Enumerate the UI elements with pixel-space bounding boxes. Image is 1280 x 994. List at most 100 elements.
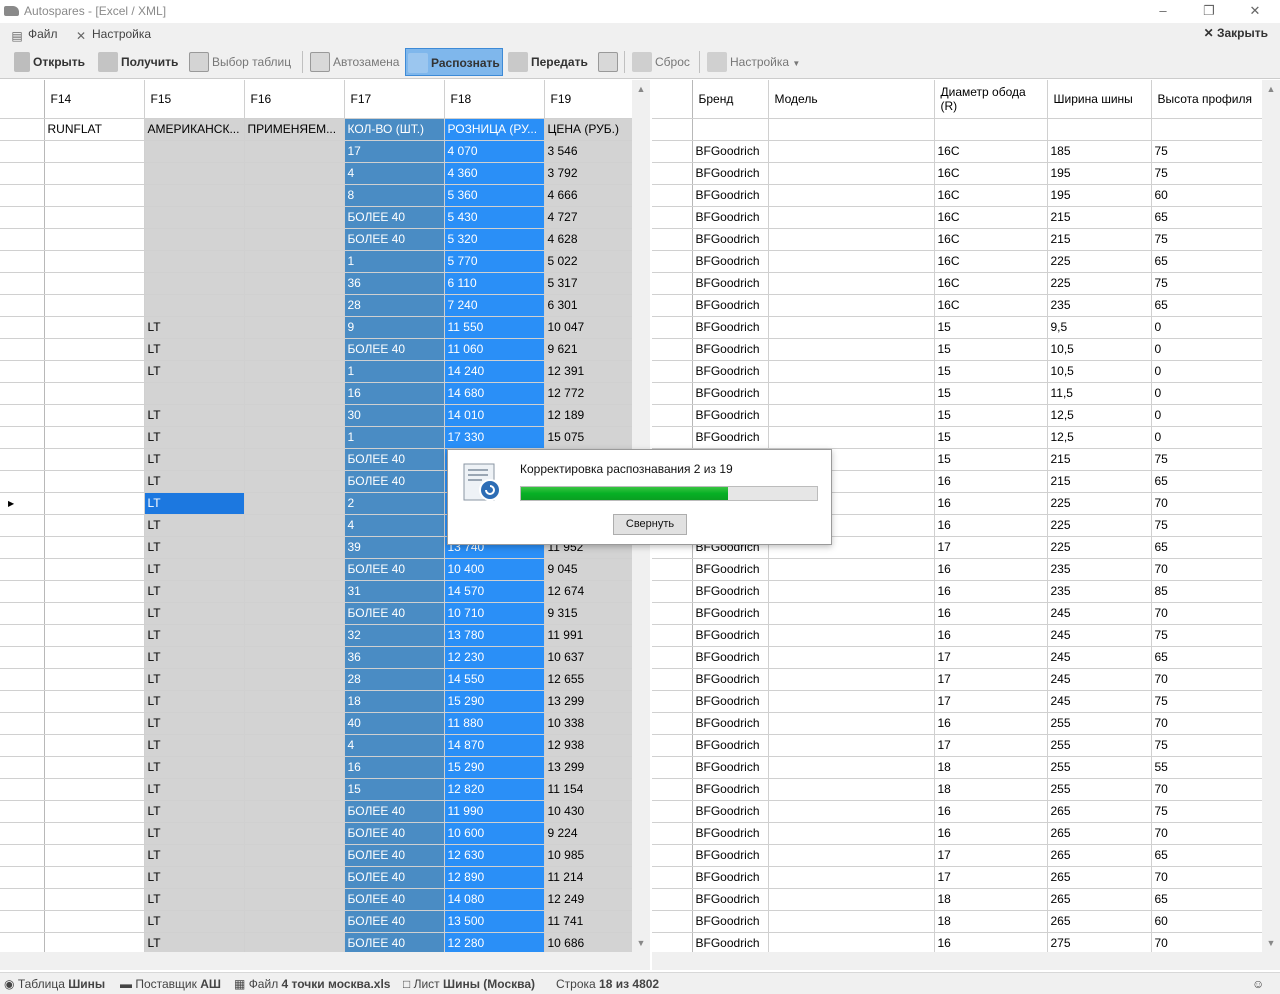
subheader-cell[interactable] [1151, 118, 1263, 141]
table-cell[interactable]: 0 [1151, 426, 1263, 449]
table-cell[interactable]: 5 320 [444, 228, 545, 251]
table-cell[interactable] [144, 382, 245, 405]
row-header[interactable] [0, 316, 45, 339]
table-cell[interactable]: 13 299 [544, 690, 633, 713]
table-cell[interactable]: BFGoodrich [692, 778, 769, 801]
minimize-button[interactable]: – [1140, 0, 1186, 23]
table-cell[interactable] [768, 800, 935, 823]
table-cell[interactable]: BFGoodrich [692, 822, 769, 845]
table-cell[interactable]: БОЛЕЕ 40 [344, 602, 445, 625]
table-cell[interactable] [244, 778, 345, 801]
table-cell[interactable] [44, 646, 145, 669]
table-cell[interactable]: 255 [1047, 734, 1152, 757]
table-cell[interactable]: 9 [344, 316, 445, 339]
menu-file[interactable]: ▤ Файл [10, 26, 57, 43]
row-header[interactable] [0, 470, 45, 493]
table-cell[interactable] [144, 206, 245, 229]
table-cell[interactable]: 1 [344, 360, 445, 383]
table-cell[interactable]: 75 [1151, 734, 1263, 757]
restore-button[interactable]: ❐ [1186, 0, 1232, 23]
table-cell[interactable]: BFGoodrich [692, 272, 769, 295]
column-header-f17[interactable]: F17 [344, 80, 445, 119]
table-cell[interactable]: BFGoodrich [692, 646, 769, 669]
table-cell[interactable]: 18 [934, 778, 1048, 801]
table-cell[interactable]: 18 [934, 756, 1048, 779]
minimize-dialog-button[interactable]: Свернуть [613, 514, 687, 535]
table-cell[interactable]: 5 770 [444, 250, 545, 273]
table-cell[interactable]: 12 772 [544, 382, 633, 405]
table-cell[interactable]: 9 045 [544, 558, 633, 581]
table-cell[interactable] [44, 690, 145, 713]
row-header[interactable] [652, 140, 693, 163]
table-cell[interactable]: 12 820 [444, 778, 545, 801]
row-header[interactable] [0, 558, 45, 581]
row-header[interactable] [652, 778, 693, 801]
row-header[interactable] [0, 338, 45, 361]
table-cell[interactable]: 75 [1151, 140, 1263, 163]
table-cell[interactable] [244, 602, 345, 625]
table-cell[interactable]: 70 [1151, 712, 1263, 735]
table-cell[interactable] [244, 932, 345, 955]
table-cell[interactable]: 18 [934, 910, 1048, 933]
table-cell[interactable] [44, 624, 145, 647]
table-cell[interactable] [44, 140, 145, 163]
table-cell[interactable]: 15 [934, 426, 1048, 449]
table-cell[interactable]: 10 600 [444, 822, 545, 845]
table-cell[interactable]: 40 [344, 712, 445, 735]
row-header[interactable] [652, 316, 693, 339]
table-cell[interactable] [244, 646, 345, 669]
row-header[interactable] [652, 888, 693, 911]
row-header[interactable] [0, 756, 45, 779]
table-cell[interactable]: 275 [1047, 932, 1152, 955]
table-cell[interactable] [244, 580, 345, 603]
table-cell[interactable] [44, 844, 145, 867]
column-header-profile-height[interactable]: Высота профиля [1151, 80, 1263, 119]
row-header[interactable] [0, 514, 45, 537]
table-cell[interactable]: 15 290 [444, 756, 545, 779]
recognize-button[interactable]: Распознать [405, 48, 503, 76]
column-header-f19[interactable]: F19 [544, 80, 633, 119]
subheader-cell[interactable] [768, 118, 935, 141]
table-cell[interactable]: БОЛЕЕ 40 [344, 338, 445, 361]
table-cell[interactable]: 265 [1047, 866, 1152, 889]
table-cell[interactable] [244, 624, 345, 647]
table-cell[interactable]: 245 [1047, 668, 1152, 691]
table-cell[interactable]: BFGoodrich [692, 624, 769, 647]
table-cell[interactable]: 75 [1151, 690, 1263, 713]
table-cell[interactable]: 15 [934, 448, 1048, 471]
table-cell[interactable] [44, 778, 145, 801]
row-header[interactable] [0, 646, 45, 669]
table-cell[interactable]: BFGoodrich [692, 426, 769, 449]
table-cell[interactable]: 10 338 [544, 712, 633, 735]
table-cell[interactable] [44, 712, 145, 735]
table-cell[interactable] [244, 514, 345, 537]
table-cell[interactable] [244, 206, 345, 229]
table-cell[interactable]: 10 637 [544, 646, 633, 669]
table-cell[interactable]: 15 [934, 360, 1048, 383]
table-cell[interactable]: 30 [344, 404, 445, 427]
row-header[interactable] [652, 668, 693, 691]
subheader-cell[interactable]: ЦЕНА (РУБ.) [544, 118, 633, 141]
table-cell[interactable] [144, 162, 245, 185]
table-cell[interactable]: 70 [1151, 822, 1263, 845]
table-cell[interactable]: 11 550 [444, 316, 545, 339]
table-cell[interactable]: 70 [1151, 558, 1263, 581]
table-cell[interactable]: LT [144, 844, 245, 867]
table-cell[interactable] [244, 250, 345, 273]
table-cell[interactable]: 0 [1151, 338, 1263, 361]
table-cell[interactable]: 3 546 [544, 140, 633, 163]
row-header[interactable] [0, 382, 45, 405]
table-cell[interactable]: LT [144, 888, 245, 911]
row-header[interactable] [0, 228, 45, 251]
table-cell[interactable]: 265 [1047, 844, 1152, 867]
table-cell[interactable]: 12 391 [544, 360, 633, 383]
table-cell[interactable]: BFGoodrich [692, 360, 769, 383]
table-cell[interactable] [44, 338, 145, 361]
table-cell[interactable]: 16 [934, 800, 1048, 823]
table-cell[interactable]: 70 [1151, 668, 1263, 691]
table-cell[interactable]: LT [144, 470, 245, 493]
table-cell[interactable]: БОЛЕЕ 40 [344, 844, 445, 867]
table-cell[interactable] [768, 668, 935, 691]
table-cell[interactable]: 17 [344, 140, 445, 163]
table-cell[interactable]: 15 [934, 382, 1048, 405]
